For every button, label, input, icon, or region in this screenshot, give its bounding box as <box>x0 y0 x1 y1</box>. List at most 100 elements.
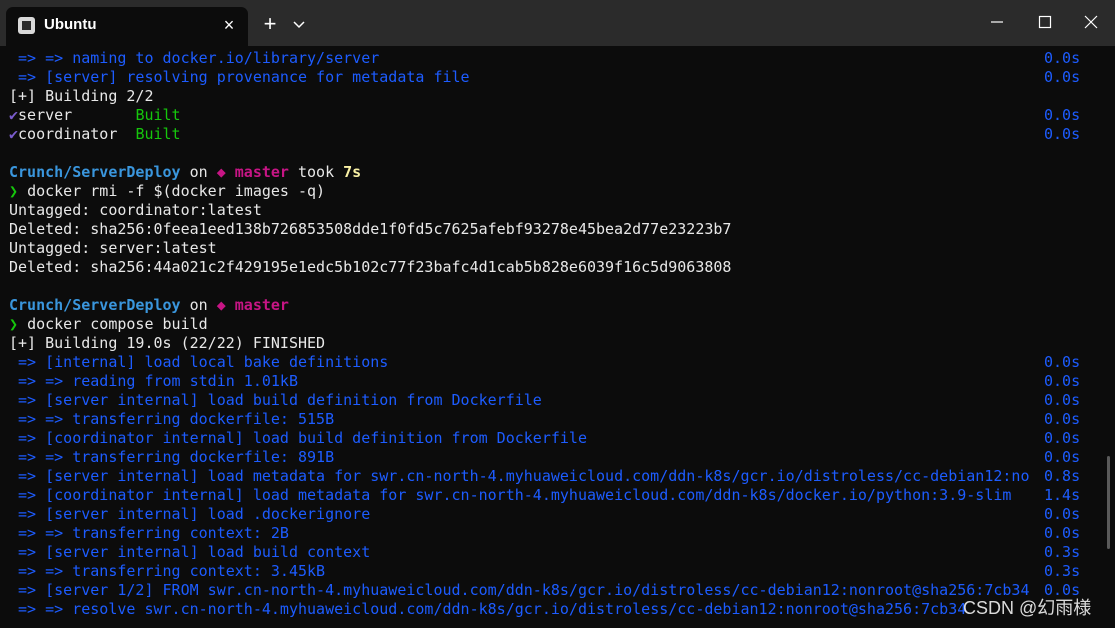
step-duration: 0.3s <box>1044 562 1081 580</box>
build-step-text: naming to docker.io/library/server <box>72 49 380 67</box>
build-step-text: transferring context: 2B <box>72 524 289 542</box>
step-duration: 0.0s <box>1044 524 1081 542</box>
terminal-line: Untagged: server:latest <box>9 239 1109 258</box>
terminal-line: Crunch/ServerDeploy on ◆ master took 7s <box>9 163 1109 182</box>
terminal-line: => => transferring context: 2B <box>9 524 1109 543</box>
prompt-path: Crunch/ServerDeploy <box>9 296 181 314</box>
terminal-line: Crunch/ServerDeploy on ◆ master <box>9 296 1109 315</box>
build-step-arrow: => => <box>9 410 73 428</box>
tab-title: Ubuntu <box>44 16 97 33</box>
service-name: coordinator <box>18 125 136 143</box>
terminal-line: ❯ docker rmi -f $(docker images -q) <box>9 182 1109 201</box>
git-branch-icon: ◆ <box>216 163 235 181</box>
build-step-arrow: => => <box>9 372 73 390</box>
step-duration: 0.0s <box>1044 49 1081 67</box>
build-step-text: [server] resolving provenance for metada… <box>45 68 470 86</box>
build-step-arrow: => <box>9 353 46 371</box>
output-text: Deleted: sha256:44a021c2f429195e1edc5b10… <box>9 258 732 276</box>
step-duration: 0.0s <box>1044 68 1081 86</box>
minimize-button[interactable] <box>974 0 1020 42</box>
build-step-arrow: => <box>9 543 46 561</box>
build-step-text: [server internal] load build definition … <box>45 391 542 409</box>
terminal-line: => => naming to docker.io/library/server <box>9 49 1109 68</box>
step-duration: 0.0s <box>1044 391 1081 409</box>
service-name: server <box>18 106 136 124</box>
terminal-line: ✔coordinator Built <box>9 125 1109 144</box>
step-duration: 0.8s <box>1044 467 1081 485</box>
checkmark-icon: ✔ <box>9 125 19 143</box>
command-text: docker compose build <box>27 315 208 333</box>
terminal-line: => => transferring context: 3.45kB <box>9 562 1109 581</box>
git-branch: master <box>234 296 289 314</box>
terminal-output[interactable]: => => naming to docker.io/library/server… <box>0 46 1115 628</box>
step-duration: 0.0s <box>1044 106 1081 124</box>
build-step-text: transferring dockerfile: 891B <box>72 448 335 466</box>
terminal-scrollbar[interactable] <box>1107 456 1110 549</box>
output-text: Untagged: coordinator:latest <box>9 201 262 219</box>
step-duration: 0.0s <box>1044 429 1081 447</box>
terminal-line: [+] Building 19.0s (22/22) FINISHED <box>9 334 1109 353</box>
terminal-line: ❯ docker compose build <box>9 315 1109 334</box>
build-step-arrow: => <box>9 429 46 447</box>
build-status: Built <box>135 106 181 124</box>
build-step-arrow: => <box>9 68 46 86</box>
command-text: docker rmi -f $(docker images -q) <box>27 182 326 200</box>
build-step-arrow: => <box>9 581 46 599</box>
maximize-button[interactable] <box>1022 0 1068 42</box>
minimize-icon <box>991 21 1003 23</box>
terminal-line: => => resolve swr.cn-north-4.myhuaweiclo… <box>9 600 1109 619</box>
command-duration: 7s <box>343 163 362 181</box>
build-step-arrow: => <box>9 467 46 485</box>
build-step-arrow: => => <box>9 600 73 618</box>
build-step-text: [coordinator internal] load build defini… <box>45 429 587 447</box>
prompt-took: took <box>288 163 344 181</box>
output-text: Untagged: server:latest <box>9 239 217 257</box>
build-step-text: [server internal] load .dockerignore <box>45 505 371 523</box>
prompt-path: Crunch/ServerDeploy <box>9 163 181 181</box>
terminal-line: => [internal] load local bake definition… <box>9 353 1109 372</box>
build-step-arrow: => <box>9 486 46 504</box>
git-branch-icon: ◆ <box>216 296 235 314</box>
watermark: CSDN @幻雨様 <box>963 598 1092 618</box>
close-icon <box>1084 15 1098 29</box>
terminal-line: ✔server Built <box>9 106 1109 125</box>
terminal-line: => [coordinator internal] load metadata … <box>9 486 1109 505</box>
output-text: Deleted: sha256:0feea1eed138b726853508dd… <box>9 220 732 238</box>
title-bar[interactable]: Ubuntu × + <box>0 0 1115 46</box>
build-step-arrow: => => <box>9 524 73 542</box>
prompt-chevron-icon: ❯ <box>9 182 28 200</box>
build-step-arrow: => => <box>9 562 73 580</box>
build-step-text: [server 1/2] FROM swr.cn-north-4.myhuawe… <box>45 581 1030 599</box>
new-tab-plus-icon[interactable]: + <box>258 13 282 37</box>
build-step-arrow: => <box>9 391 46 409</box>
prompt-on: on <box>180 163 217 181</box>
build-step-text: reading from stdin 1.01kB <box>72 372 298 390</box>
terminal-line: Deleted: sha256:0feea1eed138b726853508dd… <box>9 220 1109 239</box>
step-duration: 1.4s <box>1044 486 1081 504</box>
prompt-on: on <box>180 296 217 314</box>
close-window-button[interactable] <box>1068 0 1114 42</box>
tab-dropdown-chevron-down-icon[interactable] <box>290 15 308 33</box>
terminal-line: => [server internal] load build definiti… <box>9 391 1109 410</box>
git-branch: master <box>234 163 289 181</box>
step-duration: 0.0s <box>1044 505 1081 523</box>
build-step-text: transferring dockerfile: 515B <box>72 410 335 428</box>
build-step-text: resolve swr.cn-north-4.myhuaweicloud.com… <box>72 600 967 618</box>
build-step-text: [server internal] load build context <box>45 543 371 561</box>
terminal-line: => => transferring dockerfile: 891B <box>9 448 1109 467</box>
terminal-line: => [server internal] load build context <box>9 543 1109 562</box>
terminal-line: => [server internal] load metadata for s… <box>9 467 1109 486</box>
build-step-text: [server internal] load metadata for swr.… <box>45 467 1030 485</box>
tab-ubuntu[interactable]: Ubuntu × <box>6 7 248 46</box>
terminal-line: => => reading from stdin 1.01kB <box>9 372 1109 391</box>
tab-close-icon[interactable]: × <box>217 13 241 37</box>
output-text: [+] Building 19.0s (22/22) FINISHED <box>9 334 326 352</box>
ubuntu-terminal-icon <box>18 17 35 34</box>
terminal-line: => [coordinator internal] load build def… <box>9 429 1109 448</box>
terminal-window: Ubuntu × + => => naming to docker.io/lib… <box>0 0 1115 628</box>
terminal-line: Untagged: coordinator:latest <box>9 201 1109 220</box>
build-status: Built <box>135 125 181 143</box>
terminal-line: [+] Building 2/2 <box>9 87 1109 106</box>
